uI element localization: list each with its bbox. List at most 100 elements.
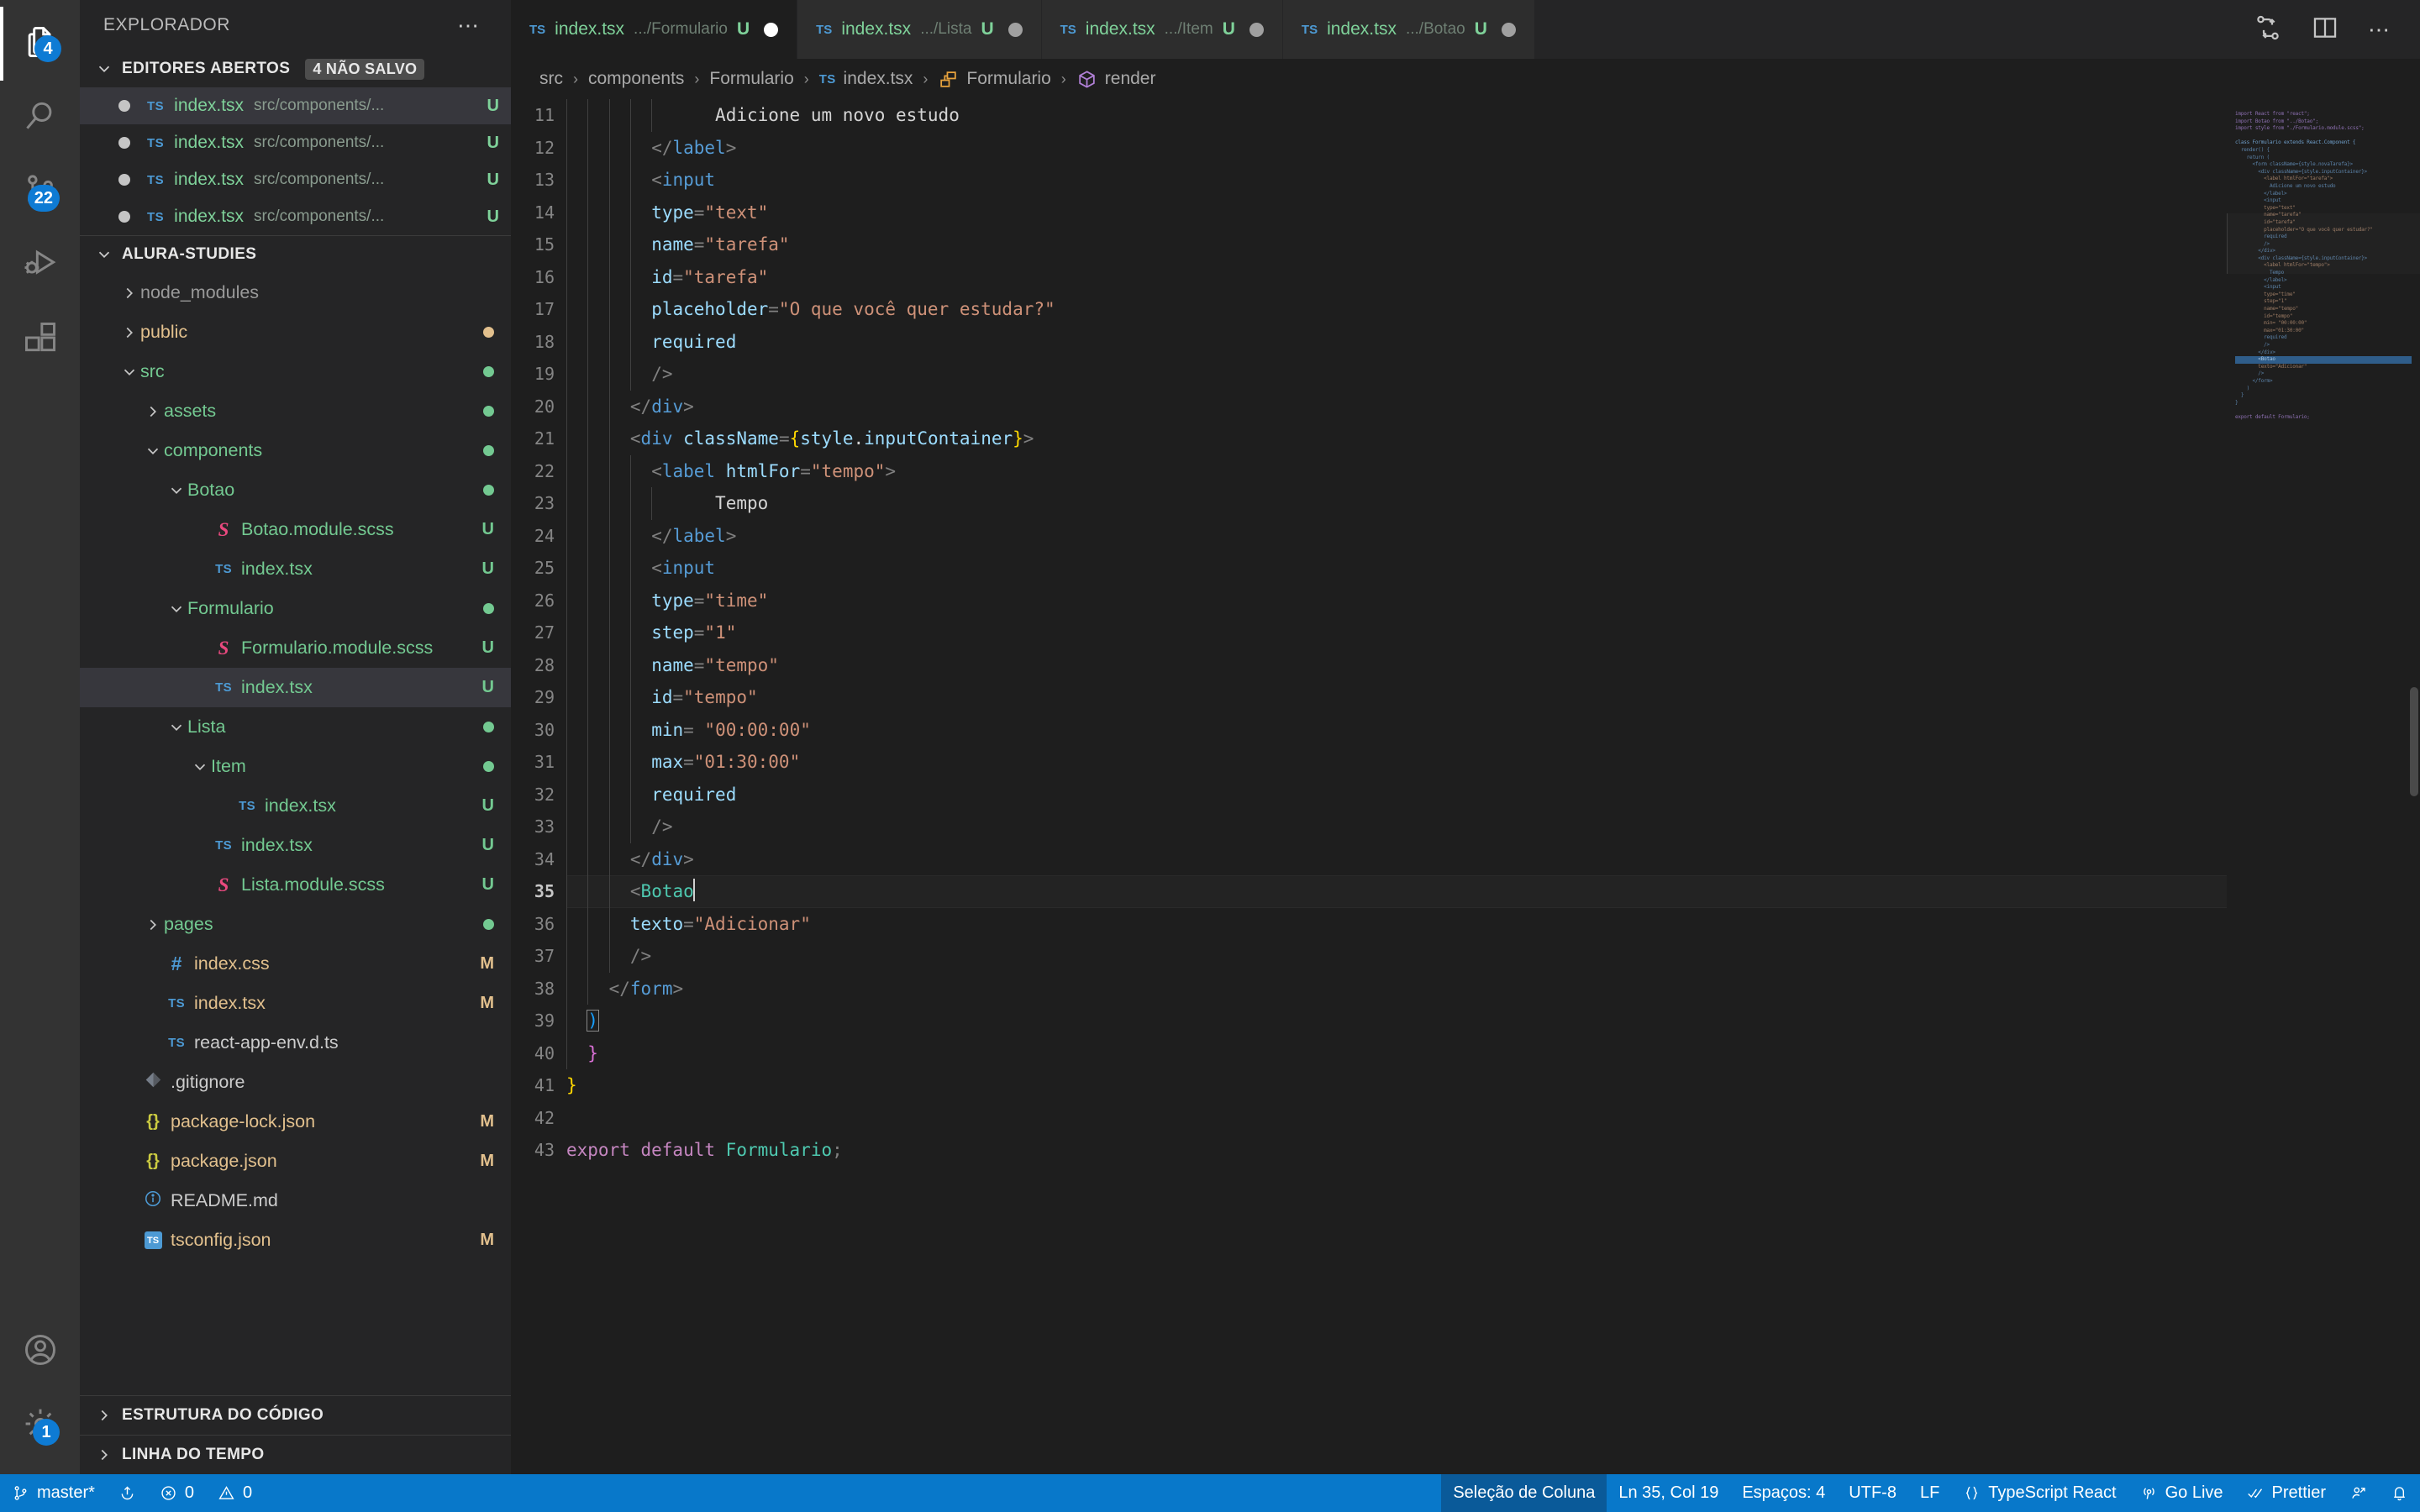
- tree-folder-row[interactable]: Formulario: [80, 589, 511, 628]
- code-editor[interactable]: 11 12 13 14 15 16 17 18 19 20 21 22 23 24 25 26 27 28 29 30…: [511, 99, 2420, 1474]
- code-line[interactable]: />: [566, 811, 2227, 843]
- tree-file-row[interactable]: {} package-lock.json M: [80, 1102, 511, 1142]
- code-line[interactable]: ): [566, 1005, 2227, 1037]
- editor-tab[interactable]: TS index.tsx .../Botao U: [1282, 0, 1535, 59]
- activity-item-run-debug[interactable]: [0, 228, 80, 302]
- tree-file-row[interactable]: TS react-app-env.d.ts: [80, 1023, 511, 1063]
- status-indentation[interactable]: Espaços: 4: [1730, 1474, 1837, 1512]
- unsaved-dot-icon[interactable]: [1249, 22, 1264, 37]
- tree-file-row[interactable]: TS index.tsx U: [80, 549, 511, 589]
- code-line[interactable]: />: [566, 940, 2227, 973]
- code-line[interactable]: </label>: [566, 519, 2227, 552]
- code-line[interactable]: </div>: [566, 390, 2227, 423]
- vertical-scrollbar[interactable]: [2410, 687, 2418, 796]
- editor-tab[interactable]: TS index.tsx .../Item U: [1041, 0, 1283, 59]
- tree-file-row[interactable]: S Lista.module.scss U: [80, 865, 511, 905]
- tree-folder-row[interactable]: public: [80, 312, 511, 352]
- tree-folder-row[interactable]: components: [80, 431, 511, 470]
- code-line[interactable]: </form>: [566, 972, 2227, 1005]
- tree-folder-row[interactable]: src: [80, 352, 511, 391]
- code-line[interactable]: />: [566, 358, 2227, 391]
- activity-item-search[interactable]: [0, 81, 80, 155]
- tree-file-row[interactable]: TS index.tsx U: [80, 668, 511, 707]
- tree-folder-row[interactable]: assets: [80, 391, 511, 431]
- breadcrumb-item[interactable]: Formulario: [938, 69, 1051, 90]
- code-line[interactable]: max="01:30:00": [566, 746, 2227, 779]
- open-editor-row[interactable]: TS index.tsx src/components/... U: [80, 161, 511, 198]
- status-warnings[interactable]: 0: [206, 1474, 264, 1512]
- open-editor-row[interactable]: TS index.tsx src/components/... U: [80, 198, 511, 235]
- section-outline[interactable]: ESTRUTURA DO CÓDIGO: [80, 1395, 511, 1435]
- compare-icon[interactable]: [2254, 13, 2282, 46]
- code-line[interactable]: min= "00:00:00": [566, 713, 2227, 746]
- tree-file-row[interactable]: TS index.tsx U: [80, 826, 511, 865]
- breadcrumb-item[interactable]: TS index.tsx: [819, 69, 913, 89]
- code-line[interactable]: name="tarefa": [566, 228, 2227, 261]
- code-line[interactable]: required: [566, 325, 2227, 358]
- tree-file-row[interactable]: {} package.json M: [80, 1142, 511, 1181]
- code-line[interactable]: type="text": [566, 196, 2227, 228]
- tree-folder-row[interactable]: pages: [80, 905, 511, 944]
- open-editor-row[interactable]: TS index.tsx src/components/... U: [80, 124, 511, 161]
- code-line[interactable]: id="tarefa": [566, 260, 2227, 293]
- code-line[interactable]: step="1": [566, 617, 2227, 649]
- section-timeline[interactable]: LINHA DO TEMPO: [80, 1435, 511, 1474]
- tree-file-row[interactable]: # index.css M: [80, 944, 511, 984]
- code-line[interactable]: </label>: [566, 131, 2227, 164]
- status-language-mode[interactable]: TypeScript React: [1951, 1474, 2128, 1512]
- code-line[interactable]: <input: [566, 552, 2227, 585]
- code-content[interactable]: Adicione um novo estudo </label> <input typ…: [566, 99, 2227, 1474]
- activity-item-accounts[interactable]: [0, 1315, 80, 1389]
- code-line[interactable]: name="tempo": [566, 648, 2227, 681]
- tree-file-row[interactable]: TS tsconfig.json M: [80, 1221, 511, 1260]
- split-editor-icon[interactable]: [2311, 13, 2339, 46]
- project-root-header[interactable]: ALURA-STUDIES: [80, 236, 511, 273]
- code-line[interactable]: Tempo: [566, 487, 2227, 520]
- breadcrumb-item[interactable]: Formulario: [709, 69, 793, 89]
- tree-file-row[interactable]: README.md: [80, 1181, 511, 1221]
- activity-item-manage[interactable]: 1: [0, 1389, 80, 1462]
- status-go-live[interactable]: Go Live: [2128, 1474, 2235, 1512]
- status-notifications[interactable]: [2379, 1474, 2420, 1512]
- code-line[interactable]: <label htmlFor="tempo">: [566, 454, 2227, 487]
- tree-folder-row[interactable]: Botao: [80, 470, 511, 510]
- status-errors[interactable]: 0: [148, 1474, 206, 1512]
- editor-tab[interactable]: TS index.tsx .../Formulario U: [511, 0, 798, 59]
- tree-file-row[interactable]: .gitignore: [80, 1063, 511, 1102]
- code-line[interactable]: </div>: [566, 843, 2227, 875]
- status-remote-tunnel[interactable]: [2338, 1474, 2379, 1512]
- code-line[interactable]: placeholder="O que você quer estudar?": [566, 293, 2227, 326]
- code-line[interactable]: }: [566, 1037, 2227, 1069]
- status-prettier[interactable]: Prettier: [2235, 1474, 2338, 1512]
- minimap-slider[interactable]: [2227, 213, 2420, 274]
- code-line[interactable]: texto="Adicionar": [566, 907, 2227, 940]
- code-line[interactable]: required: [566, 778, 2227, 811]
- more-actions-icon[interactable]: ⋯: [2368, 18, 2391, 40]
- code-line[interactable]: <Botao: [566, 875, 2227, 908]
- status-encoding[interactable]: UTF-8: [1837, 1474, 1908, 1512]
- code-line[interactable]: }: [566, 1069, 2227, 1102]
- status-eol[interactable]: LF: [1908, 1474, 1951, 1512]
- code-line[interactable]: [566, 1102, 2227, 1135]
- activity-item-explorer[interactable]: 4: [0, 7, 80, 81]
- code-line[interactable]: export default Formulario;: [566, 1134, 2227, 1167]
- breadcrumb-item[interactable]: components: [588, 69, 684, 89]
- status-branch[interactable]: master*: [0, 1474, 107, 1512]
- breadcrumb-item[interactable]: src: [539, 69, 563, 89]
- status-cursor-position[interactable]: Ln 35, Col 19: [1607, 1474, 1730, 1512]
- minimap[interactable]: import React from "react"; import Botao f…: [2227, 99, 2420, 1474]
- code-line[interactable]: id="tempo": [566, 681, 2227, 714]
- code-line[interactable]: <input: [566, 164, 2227, 197]
- breadcrumb-item[interactable]: render: [1076, 69, 1155, 90]
- open-editor-row[interactable]: TS index.tsx src/components/... U: [80, 87, 511, 124]
- code-line[interactable]: Adicione um novo estudo: [566, 99, 2227, 132]
- unsaved-dot-icon[interactable]: [1501, 22, 1516, 37]
- status-column-selection[interactable]: Seleção de Coluna: [1441, 1474, 1607, 1512]
- status-sync[interactable]: [107, 1474, 148, 1512]
- tree-file-row[interactable]: S Botao.module.scss U: [80, 510, 511, 549]
- activity-item-extensions[interactable]: [0, 302, 80, 376]
- unsaved-dot-icon[interactable]: [1007, 22, 1023, 37]
- tree-file-row[interactable]: TS index.tsx M: [80, 984, 511, 1023]
- ellipsis-icon[interactable]: ⋯: [457, 14, 481, 36]
- activity-item-source-control[interactable]: 22: [0, 155, 80, 228]
